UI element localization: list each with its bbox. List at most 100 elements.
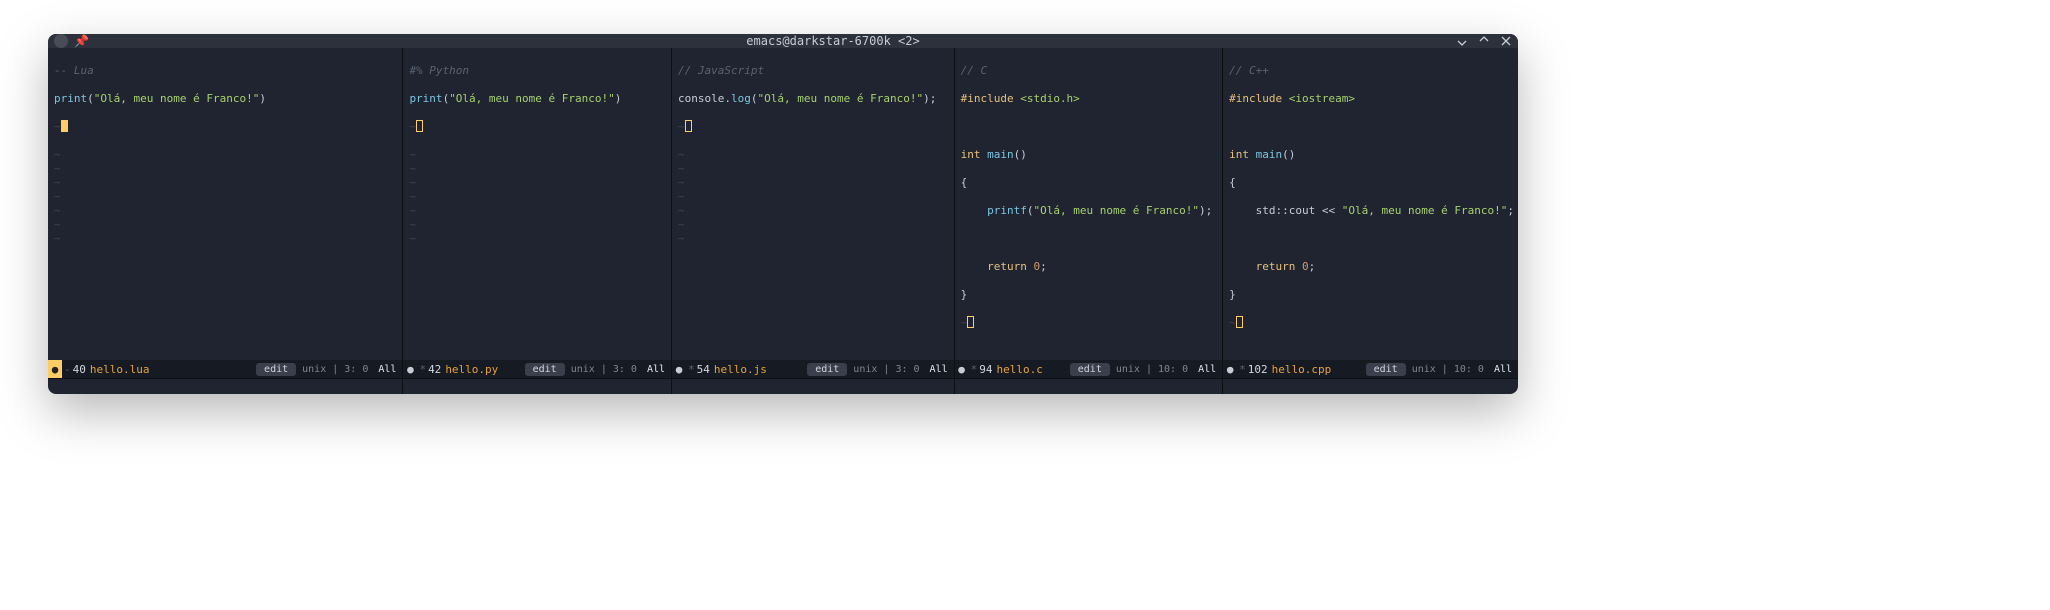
pane-cpp[interactable]: // C++ #include <iostream> int main() { … (1223, 48, 1518, 379)
code-string: "Olá, meu nome é Franco!" (449, 92, 615, 105)
mode-indicator-icon: ● (403, 360, 417, 378)
buffer-sql[interactable]: -- SQL SELECT "Olá, meu nome é Franco!";… (955, 379, 1223, 394)
code-func: main (987, 148, 1014, 161)
cursor (967, 316, 974, 328)
code-func: print (54, 92, 87, 105)
code-ident: cout (1289, 204, 1316, 217)
code-header: <stdio.h> (1020, 92, 1080, 105)
buffer-c[interactable]: // C #include <stdio.h> int main() { pri… (955, 48, 1223, 360)
pane-c[interactable]: // C #include <stdio.h> int main() { pri… (955, 48, 1224, 379)
scroll-pos: All (930, 364, 954, 375)
buffer-lisp[interactable]: ;; LISP (princ "Olá, meu nome é Franco!"… (403, 379, 671, 394)
code-comment: // C++ (1229, 64, 1269, 77)
cursor (685, 120, 692, 132)
modeline-cpp[interactable]: ● * 102 hello.cpp edit unix | 10: 0 All (1223, 360, 1518, 378)
code-func: print (409, 92, 442, 105)
app-icon (54, 34, 68, 48)
buffer-gdscript[interactable]: # Godot GDScript extends SceneTree func … (1223, 379, 1518, 394)
window-title: emacs@darkstar-6700k <2> (234, 34, 1432, 48)
cursor (61, 120, 68, 132)
panes-grid: -- Lua print("Olá, meu nome é Franco!") … (48, 48, 1518, 394)
mode-indicator-icon: ● (1223, 360, 1237, 378)
scroll-pos: All (378, 364, 402, 375)
code-comment: // C (961, 64, 988, 77)
scroll-pos: All (1198, 364, 1222, 375)
modified-mark: * (686, 363, 697, 376)
buffer-java[interactable]: // Java public class OlaMundo { public s… (48, 379, 402, 394)
pane-lisp[interactable]: ;; LISP (princ "Olá, meu nome é Franco!"… (403, 379, 672, 394)
modeline-c[interactable]: ● * 94 hello.c edit unix | 10: 0 All (955, 360, 1223, 378)
mode-pill[interactable]: edit (1070, 363, 1110, 376)
buffer-size: 102 (1248, 363, 1272, 376)
code-comment: // JavaScript (678, 64, 764, 77)
code-comment: -- Lua (54, 64, 94, 77)
code-kw: #include (961, 92, 1014, 105)
code-string: "Olá, meu nome é Franco!" (94, 92, 260, 105)
buffer-filename: hello.py (445, 363, 508, 376)
encoding-pos: unix | 3: 0 (571, 364, 647, 375)
modified-mark: * (969, 363, 980, 376)
buffer-size: 42 (428, 363, 445, 376)
code-number: 0 (1302, 260, 1309, 273)
buffer-filename: hello.c (996, 363, 1052, 376)
pane-lua[interactable]: -- Lua print("Olá, meu nome é Franco!") … (48, 48, 403, 379)
modified-mark: - (62, 363, 73, 376)
buffer-lua[interactable]: -- Lua print("Olá, meu nome é Franco!") … (48, 48, 402, 360)
code-comment: #% Python (409, 64, 469, 77)
code-func: log (731, 92, 751, 105)
emacs-window: 📌 emacs@darkstar-6700k <2> -- Lua print(… (48, 34, 1518, 394)
mode-pill[interactable]: edit (1366, 363, 1406, 376)
scroll-pos: All (1494, 364, 1518, 375)
buffer-prolog[interactable]: % Prolog main :- write("Olá, meu nome é … (672, 379, 954, 394)
code-kw: return (987, 260, 1027, 273)
mode-pill[interactable]: edit (807, 363, 847, 376)
code-ident: std (1256, 204, 1276, 217)
titlebar[interactable]: 📌 emacs@darkstar-6700k <2> (48, 34, 1518, 48)
pane-gdscript[interactable]: # Godot GDScript extends SceneTree func … (1223, 379, 1518, 394)
modeline-lua[interactable]: ● - 40 hello.lua edit unix | 3: 0 All (48, 360, 402, 378)
pane-sql[interactable]: -- SQL SELECT "Olá, meu nome é Franco!";… (955, 379, 1224, 394)
code-type: int (1229, 148, 1249, 161)
close-icon[interactable] (1500, 35, 1512, 47)
mode-pill[interactable]: edit (525, 363, 565, 376)
modeline-python[interactable]: ● * 42 hello.py edit unix | 3: 0 All (403, 360, 671, 378)
buffer-filename: hello.lua (90, 363, 160, 376)
minimize-icon[interactable] (1456, 35, 1468, 47)
buffer-size: 40 (73, 363, 90, 376)
code-kw: return (1256, 260, 1296, 273)
mode-indicator-icon: ● (955, 360, 969, 378)
pin-icon[interactable]: 📌 (74, 34, 89, 48)
modified-mark: * (417, 363, 428, 376)
code-type: int (961, 148, 981, 161)
encoding-pos: unix | 10: 0 (1116, 364, 1198, 375)
code-string: "Olá, meu nome é Franco!" (1342, 204, 1508, 217)
buffer-filename: hello.js (714, 363, 777, 376)
buffer-python[interactable]: #% Python print("Olá, meu nome é Franco!… (403, 48, 671, 360)
modeline-js[interactable]: ● * 54 hello.js edit unix | 3: 0 All (672, 360, 954, 378)
code-ident: console (678, 92, 724, 105)
code-string: "Olá, meu nome é Franco!" (758, 92, 924, 105)
encoding-pos: unix | 3: 0 (302, 364, 378, 375)
pane-java[interactable]: // Java public class OlaMundo { public s… (48, 379, 403, 394)
buffer-size: 54 (697, 363, 714, 376)
buffer-js[interactable]: // JavaScript console.log("Olá, meu nome… (672, 48, 954, 360)
mode-pill[interactable]: edit (256, 363, 296, 376)
pane-python[interactable]: #% Python print("Olá, meu nome é Franco!… (403, 48, 672, 379)
scroll-pos: All (647, 364, 671, 375)
maximize-icon[interactable] (1478, 35, 1490, 47)
cursor (416, 120, 423, 132)
mode-indicator-icon: ● (672, 360, 686, 378)
pane-js[interactable]: // JavaScript console.log("Olá, meu nome… (672, 48, 955, 379)
buffer-filename: hello.cpp (1272, 363, 1342, 376)
cursor (1236, 316, 1243, 328)
code-header: <iostream> (1289, 92, 1355, 105)
code-kw: #include (1229, 92, 1282, 105)
buffer-cpp[interactable]: // C++ #include <iostream> int main() { … (1223, 48, 1518, 360)
pane-prolog[interactable]: % Prolog main :- write("Olá, meu nome é … (672, 379, 955, 394)
encoding-pos: unix | 10: 0 (1412, 364, 1494, 375)
encoding-pos: unix | 3: 0 (853, 364, 929, 375)
mode-indicator-icon: ● (48, 360, 62, 378)
code-string: "Olá, meu nome é Franco!" (1033, 204, 1199, 217)
modified-mark: * (1237, 363, 1248, 376)
buffer-size: 94 (979, 363, 996, 376)
